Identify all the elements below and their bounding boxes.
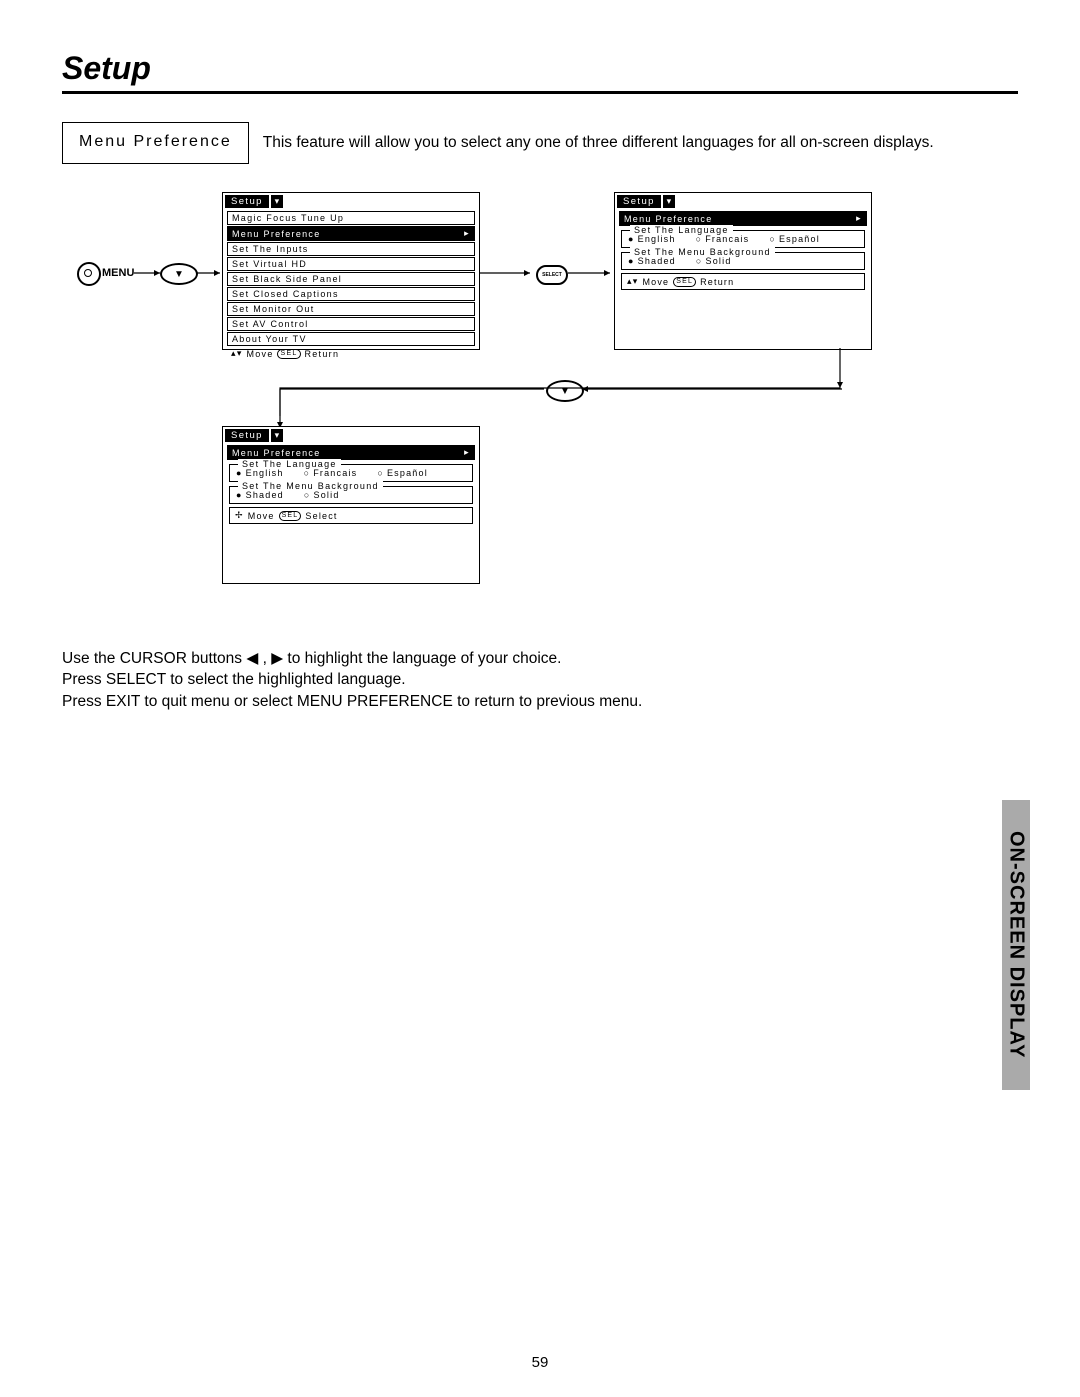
osd2-footer: ▴▾Move SELReturn [621,273,865,290]
remote-menu-button-icon [77,262,101,286]
feature-description: This feature will allow you to select an… [263,134,934,152]
osd1-item-3: Set Virtual HD [227,257,475,271]
osd1-tab-arrow: ▾ [271,195,283,208]
instructions: Use the CURSOR buttons ◀ , ▶ to highligh… [62,648,642,712]
section-tab-label: ON-SCREEN DISPLAY [1005,831,1028,1058]
osd3-background-group: Set The Menu Background ●Shaded ○Solid [229,486,473,504]
cursor-down-button-icon: ▼ [160,263,198,285]
osd2-language-group: Set The Language ●English ○Francais ○Esp… [621,230,865,248]
osd-setup-menu: Setup ▾ Magic Focus Tune Up Menu Prefere… [222,192,480,350]
osd2-tab-arrow: ▾ [663,195,675,208]
title-rule [62,91,1018,94]
osd2-background-group: Set The Menu Background ●Shaded ○Solid [621,252,865,270]
select-button-icon: SELECT [536,265,568,285]
remote-menu-label: MENU [102,267,134,279]
page-number: 59 [0,1354,1080,1371]
osd3-sub: Menu Preference▸ [227,445,475,460]
arrow-oval-to-osd1 [196,272,220,274]
osd-preference-return: Setup ▾ Menu Preference▸ Set The Languag… [614,192,872,350]
osd3-language-group: Set The Language ●English ○Francais ○Esp… [229,464,473,482]
osd2-sub: Menu Preference▸ [619,211,867,226]
osd3-tab-arrow: ▾ [271,429,283,442]
osd3-title: Setup [225,429,269,442]
osd1-item-1: Menu Preference▸ [227,226,475,241]
arrow-osd1-to-select [480,272,530,274]
osd1-item-6: Set Monitor Out [227,302,475,316]
flow-line-out-oval2 [280,388,544,428]
intro-row: Menu Preference This feature will allow … [62,122,1018,164]
arrow-menu-to-oval [134,272,160,274]
osd1-item-0: Magic Focus Tune Up [227,211,475,225]
osd1-item-8: About Your TV [227,332,475,346]
instruction-2: Press SELECT to select the highlighted l… [62,669,642,690]
osd1-item-2: Set The Inputs [227,242,475,256]
osd-preference-select: Setup ▾ Menu Preference▸ Set The Languag… [222,426,480,584]
osd1-item-7: Set AV Control [227,317,475,331]
instruction-1: Use the CURSOR buttons ◀ , ▶ to highligh… [62,648,642,669]
flow-line-into-oval2 [582,388,842,390]
page-title: Setup [62,50,1018,87]
cursor-down-button-icon-2: ▼ [546,380,584,402]
arrow-select-to-osd2 [568,272,610,274]
osd1-item-4: Set Black Side Panel [227,272,475,286]
instruction-3: Press EXIT to quit menu or select MENU P… [62,691,642,712]
osd1-title: Setup [225,195,269,208]
osd1-item-5: Set Closed Captions [227,287,475,301]
osd3-footer: ✢Move SELSelect [229,507,473,524]
feature-name-box: Menu Preference [62,122,249,164]
osd2-title: Setup [617,195,661,208]
section-tab: ON-SCREEN DISPLAY [1002,800,1030,1090]
